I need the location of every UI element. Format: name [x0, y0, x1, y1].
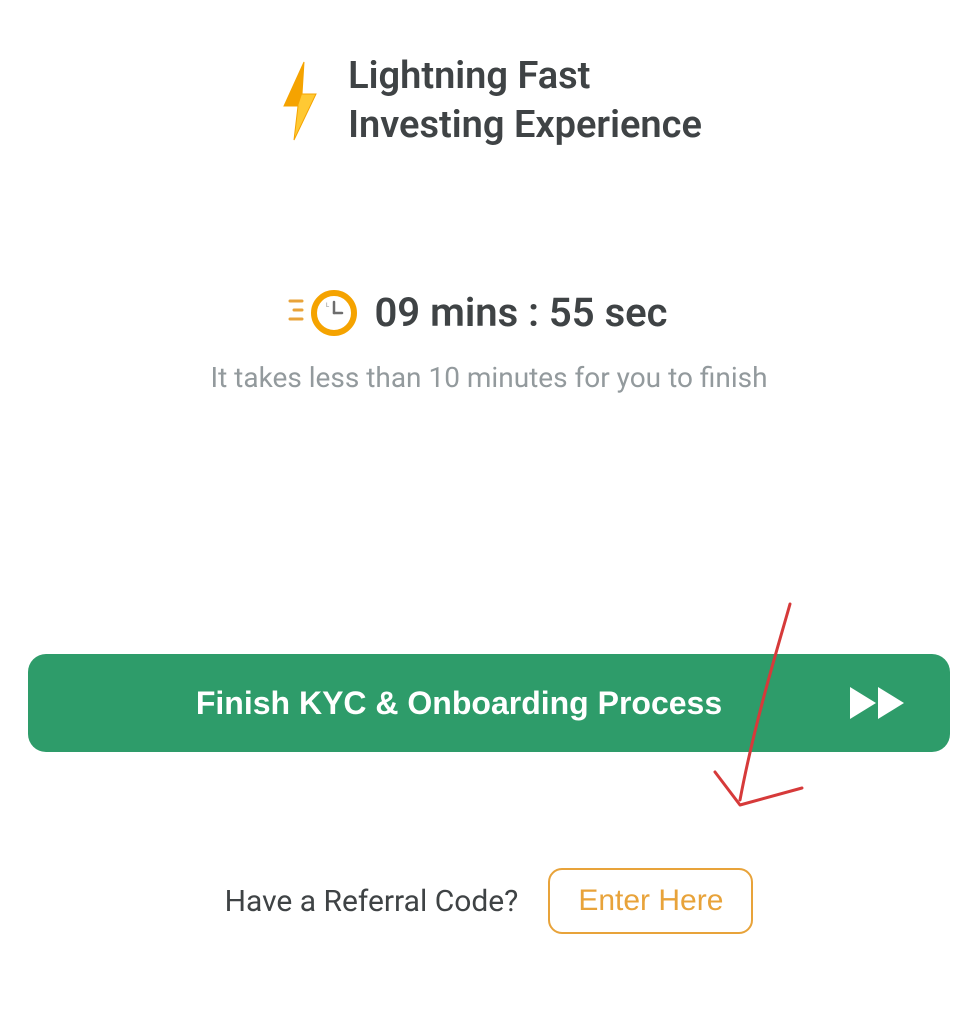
finish-kyc-button[interactable]: Finish KYC & Onboarding Process — [28, 654, 950, 752]
speed-lines-icon — [288, 297, 306, 323]
timer-row: L 09 mins : 55 sec — [0, 289, 978, 337]
clock-icon-wrap: L — [310, 289, 358, 337]
timer-value: 09 mins : 55 sec — [374, 289, 667, 336]
referral-section: Have a Referral Code? Enter Here — [0, 868, 978, 934]
lightning-icon — [276, 60, 324, 142]
header-line1: Lightning Fast — [348, 52, 702, 101]
enter-referral-button[interactable]: Enter Here — [548, 868, 753, 934]
timer-subtext: It takes less than 10 minutes for you to… — [0, 361, 978, 394]
clock-icon: L — [310, 289, 358, 337]
header-title: Lightning Fast Investing Experience — [348, 52, 702, 151]
header-section: Lightning Fast Investing Experience — [0, 0, 978, 151]
fast-forward-icon — [848, 685, 908, 721]
timer-section: L 09 mins : 55 sec It takes less than 10… — [0, 289, 978, 394]
referral-prompt: Have a Referral Code? — [225, 884, 519, 919]
finish-kyc-label: Finish KYC & Onboarding Process — [70, 685, 848, 722]
header-line2: Investing Experience — [348, 101, 702, 150]
